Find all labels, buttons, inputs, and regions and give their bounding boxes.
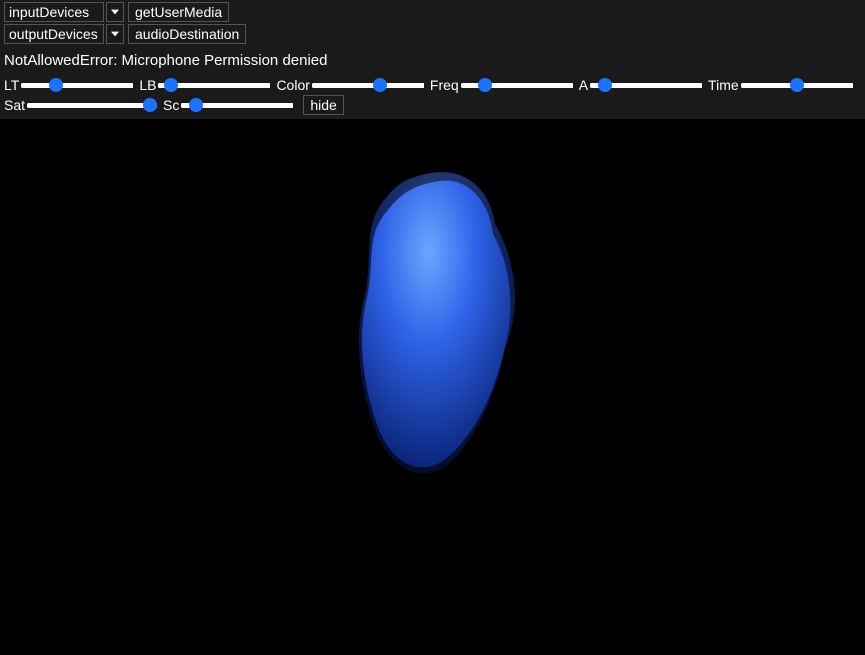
slider-freq-group: Freq xyxy=(430,77,573,93)
slider-sat[interactable] xyxy=(27,103,157,108)
get-user-media-button[interactable]: getUserMedia xyxy=(128,2,229,22)
slider-freq[interactable] xyxy=(461,83,573,88)
input-device-row: inputDevices getUserMedia xyxy=(4,2,861,22)
slider-lb-group: LB xyxy=(139,77,270,93)
slider-time-group: Time xyxy=(708,77,853,93)
chevron-down-icon[interactable] xyxy=(106,24,124,44)
slider-color-label: Color xyxy=(276,77,309,93)
slider-sc[interactable] xyxy=(181,103,293,108)
chevron-down-icon[interactable] xyxy=(106,2,124,22)
audio-destination-button[interactable]: audioDestination xyxy=(128,24,246,44)
input-device-select-wrapper: inputDevices xyxy=(4,2,124,22)
slider-sc-group: Sc xyxy=(163,97,293,113)
slider-a-label: A xyxy=(579,77,588,93)
control-panel: inputDevices getUserMedia outputDevices … xyxy=(0,0,865,119)
input-devices-select[interactable]: inputDevices xyxy=(4,2,104,22)
slider-lt[interactable] xyxy=(21,83,133,88)
slider-time-label: Time xyxy=(708,77,739,93)
slider-lb-label: LB xyxy=(139,77,156,93)
visualizer-canvas xyxy=(0,119,865,646)
slider-lt-label: LT xyxy=(4,77,19,93)
slider-sat-group: Sat xyxy=(4,97,157,113)
sliders-row: LT LB Color Freq A Time Sat Sc xyxy=(4,77,861,115)
output-device-select-wrapper: outputDevices xyxy=(4,24,124,44)
slider-sat-label: Sat xyxy=(4,97,25,113)
slider-time[interactable] xyxy=(741,83,853,88)
slider-lb[interactable] xyxy=(158,83,270,88)
audio-blob-icon xyxy=(355,169,535,479)
slider-color[interactable] xyxy=(312,83,424,88)
slider-freq-label: Freq xyxy=(430,77,459,93)
slider-sc-label: Sc xyxy=(163,97,179,113)
slider-color-group: Color xyxy=(276,77,423,93)
hide-button[interactable]: hide xyxy=(303,95,343,115)
error-message: NotAllowedError: Microphone Permission d… xyxy=(4,46,861,77)
output-device-row: outputDevices audioDestination xyxy=(4,24,861,44)
slider-a-group: A xyxy=(579,77,702,93)
slider-lt-group: LT xyxy=(4,77,133,93)
slider-a[interactable] xyxy=(590,83,702,88)
output-devices-select[interactable]: outputDevices xyxy=(4,24,104,44)
